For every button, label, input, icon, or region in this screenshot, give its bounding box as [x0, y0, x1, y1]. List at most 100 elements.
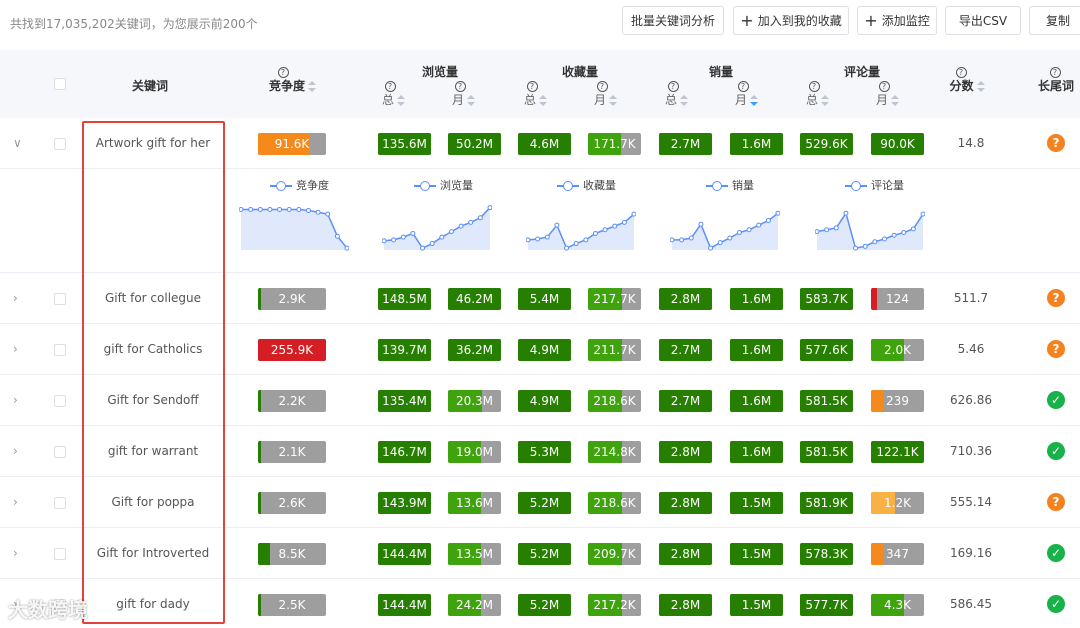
header-score-label: 分数 — [949, 79, 974, 93]
row-checkbox[interactable] — [54, 293, 66, 305]
value-text: 214.8K — [593, 445, 636, 459]
row-checkbox[interactable] — [54, 446, 66, 458]
views-total-cell: 139.7M — [378, 339, 431, 361]
sparkline-point — [824, 227, 830, 233]
question-icon: ? — [1047, 134, 1065, 152]
sort-icon — [397, 94, 406, 107]
keyword-text[interactable]: Artwork gift for her — [84, 136, 222, 150]
add-monitor-button[interactable]: + 添加监控 — [857, 6, 937, 35]
export-csv-button[interactable]: 导出CSV — [945, 6, 1021, 35]
legend-line-icon — [557, 181, 579, 191]
table-row[interactable]: › gift for warrant 2.1K 146.7M 19.0M 5.3M 214.… — [0, 426, 1080, 477]
table-row[interactable]: ∨ Artwork gift for her 91.6K 135.6M 50.2M 4.6… — [0, 118, 1080, 169]
sub-header-month[interactable]: 月 — [452, 91, 492, 108]
help-icon: ? — [594, 78, 610, 92]
sparkline-chart — [382, 205, 492, 251]
table-row[interactable]: › gift for dady 2.5K 144.4M 24.2M 5.2M 217.2K 2… — [0, 579, 1080, 628]
keyword-text[interactable]: Gift for collegue — [84, 291, 222, 305]
select-all-checkbox[interactable] — [54, 78, 66, 90]
sparkline-point — [833, 225, 839, 231]
copy-button[interactable]: 复制 — [1029, 6, 1080, 35]
value-text: 122.1K — [876, 445, 919, 459]
sub-header-month[interactable]: 月 — [594, 91, 634, 108]
row-checkbox[interactable] — [54, 344, 66, 356]
expand-chevron-icon[interactable]: › — [13, 292, 23, 304]
row-checkbox[interactable] — [54, 395, 66, 407]
sparkline-point — [815, 229, 820, 235]
table-row[interactable]: › Gift for poppa 2.6K 143.9M 13.6M 5.2M 218.6K… — [0, 477, 1080, 528]
score-value: 511.7 — [953, 291, 989, 305]
table-row[interactable]: › Gift for Introverted 8.5K 144.4M 13.5M 5.2M… — [0, 528, 1080, 579]
sort-icon — [891, 94, 900, 107]
views-total-cell: 143.9M — [378, 492, 431, 514]
expand-chevron-icon[interactable]: › — [13, 394, 23, 406]
sparkline-point — [554, 222, 560, 228]
sparkline-point — [400, 234, 406, 240]
sub-header-label: 月 — [594, 93, 607, 107]
views-month-cell: 20.3M — [448, 390, 501, 412]
header-score[interactable]: 分数 — [942, 77, 992, 94]
sort-icon — [539, 94, 548, 107]
sort-icon — [467, 94, 476, 107]
help-icon: ? — [735, 78, 751, 92]
value-text: 24.2M — [455, 598, 494, 612]
keyword-text[interactable]: Gift for poppa — [84, 495, 222, 509]
sparkline-point — [765, 218, 771, 224]
keyword-text[interactable]: gift for Catholics — [84, 342, 222, 356]
sub-header-total[interactable]: 总 — [806, 91, 846, 108]
keyword-text[interactable]: gift for dady — [84, 597, 222, 611]
value-text: 581.5K — [805, 394, 848, 408]
expand-chevron-icon[interactable]: › — [13, 496, 23, 508]
row-checkbox[interactable] — [54, 138, 66, 150]
collapse-chevron-icon[interactable]: ∨ — [13, 137, 23, 149]
header-competition[interactable]: 竞争度 — [255, 77, 330, 94]
keyword-text[interactable]: Gift for Introverted — [84, 546, 222, 560]
value-text: 2.7M — [670, 343, 701, 357]
sparkline-point — [420, 245, 426, 251]
watermark: 大数跨境 — [8, 598, 88, 622]
sparkline-point — [296, 207, 302, 213]
reviews-month-cell: 239 — [871, 390, 924, 412]
sub-header-total[interactable]: 总 — [382, 91, 422, 108]
expand-chevron-icon[interactable]: › — [13, 547, 23, 559]
sub-header-total[interactable]: 总 — [524, 91, 564, 108]
competition-cell: 2.9K — [258, 288, 326, 310]
sparkline-point — [277, 207, 283, 213]
sub-header-month[interactable]: 月 — [735, 91, 775, 108]
add-to-favorites-button[interactable]: + 加入到我的收藏 — [733, 6, 849, 35]
expand-chevron-icon[interactable]: › — [13, 343, 23, 355]
sub-header-month[interactable]: 月 — [876, 91, 916, 108]
help-icon: ? — [946, 64, 976, 78]
sales-total-cell: 2.8M — [659, 492, 712, 514]
sparkline-point — [621, 219, 627, 225]
row-checkbox[interactable] — [54, 497, 66, 509]
value-text: 2.2K — [278, 394, 306, 408]
sub-header-total[interactable]: 总 — [665, 91, 705, 108]
value-text: 211.7K — [593, 343, 636, 357]
expand-chevron-icon[interactable]: › — [13, 445, 23, 457]
views-total-cell: 148.5M — [378, 288, 431, 310]
value-text: 91.6K — [274, 137, 310, 151]
row-checkbox[interactable] — [54, 548, 66, 560]
question-icon: ? — [1047, 493, 1065, 511]
sparkline-point — [267, 207, 273, 213]
value-text: 5.2M — [529, 547, 560, 561]
favorites-month-cell: 214.8K — [588, 441, 641, 463]
value-text: 8.5K — [278, 547, 306, 561]
sparkline-point — [544, 234, 550, 240]
keyword-text[interactable]: Gift for Sendoff — [84, 393, 222, 407]
value-text: 4.9M — [529, 394, 560, 408]
sort-icon — [750, 94, 759, 107]
sparkline-point — [612, 223, 618, 229]
value-text: 144.4M — [382, 598, 427, 612]
table-row[interactable]: › gift for Catholics 255.9K 139.7M 36.2M 4.9M… — [0, 324, 1080, 375]
favorites-month-cell: 211.7K — [588, 339, 641, 361]
value-text: 1.6M — [741, 137, 772, 151]
batch-analyze-button[interactable]: 批量关键词分析 — [622, 6, 724, 35]
value-text: 5.2M — [529, 598, 560, 612]
table-row[interactable]: › Gift for collegue 2.9K 148.5M 46.2M 5.4M 217… — [0, 273, 1080, 324]
keyword-text[interactable]: gift for warrant — [84, 444, 222, 458]
table-row[interactable]: › Gift for Sendoff 2.2K 135.4M 20.3M 4.9M 218.… — [0, 375, 1080, 426]
sparkline-point — [448, 229, 454, 235]
sparkline-area — [384, 207, 490, 250]
